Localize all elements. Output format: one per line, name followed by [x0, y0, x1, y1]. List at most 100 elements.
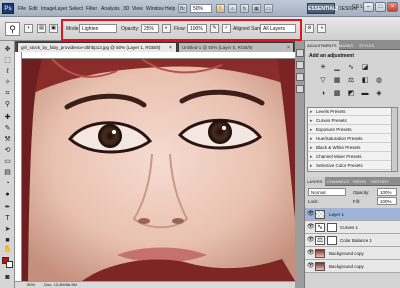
eyedropper-tool-icon[interactable]: ⚲: [2, 100, 13, 109]
tab-channels[interactable]: CHANNELS: [325, 177, 351, 186]
screen-mode-icon[interactable]: ▭: [264, 4, 273, 13]
lasso-tool-icon[interactable]: ℓ: [2, 67, 13, 76]
pressure-size-icon[interactable]: ◑: [317, 24, 326, 33]
clone-stamp-tool-icon[interactable]: ⚒: [2, 135, 13, 144]
menu-view[interactable]: View: [132, 6, 143, 12]
visibility-eye-icon[interactable]: 👁: [307, 211, 315, 217]
tab-history[interactable]: HISTORY: [369, 177, 391, 186]
zoom-level-select[interactable]: 50%: [190, 4, 212, 13]
toggle-brush-panel-icon[interactable]: ▤: [37, 24, 46, 33]
zoom-tool-icon[interactable]: ⌕: [228, 4, 237, 13]
menu-image[interactable]: Image: [41, 6, 55, 12]
menu-select[interactable]: Select: [69, 6, 83, 12]
marquee-tool-icon[interactable]: ⬚: [2, 56, 13, 65]
workspace-essentials-button[interactable]: ESSENTIALS: [307, 3, 339, 14]
menu-layer[interactable]: Layer: [55, 6, 68, 12]
preset-curves[interactable]: Curves Presets: [308, 117, 392, 125]
brightness-contrast-icon[interactable]: ☀: [319, 64, 327, 72]
clone-source-panel-icon[interactable]: [296, 85, 304, 93]
levels-icon[interactable]: ▁: [333, 64, 341, 72]
layer-row[interactable]: 👁 ⚖ Color Balance 1: [305, 234, 400, 247]
tab-paths[interactable]: PATHS: [351, 177, 368, 186]
curves-icon[interactable]: ∿: [347, 64, 355, 72]
tab-styles[interactable]: STYLES: [357, 41, 376, 50]
preset-selective-color[interactable]: Selective Color Presets: [308, 162, 392, 170]
hue-saturation-icon[interactable]: ▦: [333, 77, 341, 85]
tab-masks[interactable]: MASKS: [337, 41, 355, 50]
visibility-eye-icon[interactable]: 👁: [307, 250, 315, 256]
toggle-clone-source-icon[interactable]: ▣: [49, 24, 58, 33]
preset-exposure[interactable]: Exposure Presets: [308, 126, 392, 134]
menu-edit[interactable]: Edit: [29, 6, 38, 12]
gradient-map-icon[interactable]: ▬: [361, 90, 369, 98]
hand-tool-icon[interactable]: ✋: [216, 4, 225, 13]
layer-row[interactable]: 👁 ∿ Curves 1: [305, 221, 400, 234]
arrange-documents-icon[interactable]: ▦: [252, 4, 261, 13]
selective-color-icon[interactable]: ◈: [375, 90, 383, 98]
document-tab-inactive[interactable]: Untitled-1 @ 50% (Layer 0, RGB/8) ×: [178, 42, 294, 52]
posterize-icon[interactable]: ▩: [333, 90, 341, 98]
quick-mask-icon[interactable]: ◙: [2, 273, 13, 282]
document-canvas[interactable]: [22, 59, 295, 281]
close-tab-icon[interactable]: ×: [287, 43, 290, 52]
hand-tool-icon[interactable]: ✋: [2, 245, 13, 254]
exposure-icon[interactable]: ◪: [361, 64, 369, 72]
fill-field[interactable]: 100%: [377, 197, 397, 205]
crop-tool-icon[interactable]: ⌗: [2, 89, 13, 98]
blend-mode-select[interactable]: Normal: [308, 188, 346, 196]
actions-panel-icon[interactable]: [296, 61, 304, 69]
menu-analysis[interactable]: Analysis: [101, 6, 120, 12]
vibrance-icon[interactable]: ▽: [319, 77, 327, 85]
layer-row[interactable]: 👁 Background copy: [305, 247, 400, 260]
preset-hue-saturation[interactable]: Hue/Saturation Presets: [308, 135, 392, 143]
photo-filter-icon[interactable]: ◍: [375, 77, 383, 85]
dodge-tool-icon[interactable]: ●: [2, 190, 13, 199]
tab-adjustments[interactable]: ADJUSTMENTS: [305, 41, 339, 50]
gradient-tool-icon[interactable]: ▤: [2, 168, 13, 177]
brush-panel-icon[interactable]: [296, 73, 304, 81]
layer-row[interactable]: 👁 Background copy: [305, 260, 400, 273]
minimize-button[interactable]: –: [363, 2, 374, 12]
menu-help[interactable]: Help: [165, 6, 175, 12]
presets-scrollbar[interactable]: [391, 108, 397, 171]
visibility-eye-icon[interactable]: 👁: [307, 237, 315, 243]
preset-channel-mixer[interactable]: Channel Mixer Presets: [308, 153, 392, 161]
history-panel-icon[interactable]: [296, 49, 304, 57]
healing-brush-tool-icon[interactable]: ✚: [2, 113, 13, 122]
invert-icon[interactable]: ◑: [319, 90, 327, 98]
ignore-adjustment-layers-icon[interactable]: ⊘: [305, 24, 314, 33]
brush-size-icon[interactable]: •: [24, 24, 33, 33]
background-color-swatch[interactable]: [6, 261, 13, 268]
maximize-button[interactable]: □: [375, 2, 386, 12]
quick-selection-tool-icon[interactable]: ✧: [2, 78, 13, 87]
path-selection-tool-icon[interactable]: ➤: [2, 225, 13, 234]
blur-tool-icon[interactable]: ◔: [2, 179, 13, 188]
close-tab-icon[interactable]: ×: [169, 43, 172, 52]
color-balance-icon[interactable]: ⚖: [347, 77, 355, 85]
document-tab-active[interactable]: girl_stock_by_faby_providence-d5hbp13.jp…: [17, 42, 177, 52]
layer-opacity-field[interactable]: 100%: [377, 188, 397, 196]
menu-window[interactable]: Window: [146, 6, 164, 12]
menu-3d[interactable]: 3D: [123, 6, 129, 12]
menu-file[interactable]: File: [18, 6, 26, 12]
menu-filter[interactable]: Filter: [86, 6, 97, 12]
pen-tool-icon[interactable]: ✒: [2, 203, 13, 212]
black-white-icon[interactable]: ◧: [361, 77, 369, 85]
launch-bridge-icon[interactable]: Br: [178, 4, 187, 13]
shape-tool-icon[interactable]: ■: [2, 236, 13, 245]
move-tool-icon[interactable]: ✥: [2, 45, 13, 54]
preset-levels[interactable]: Levels Presets: [308, 108, 392, 116]
visibility-eye-icon[interactable]: 👁: [307, 224, 315, 230]
brush-tool-icon[interactable]: ✎: [2, 124, 13, 133]
history-brush-tool-icon[interactable]: ⟲: [2, 146, 13, 155]
preset-black-white[interactable]: Black & White Presets: [308, 144, 392, 152]
visibility-eye-icon[interactable]: 👁: [307, 263, 315, 269]
clone-stamp-preset-icon[interactable]: ⚲: [5, 22, 20, 36]
type-tool-icon[interactable]: T: [2, 214, 13, 223]
rotate-view-icon[interactable]: ↻: [240, 4, 249, 13]
layer-row[interactable]: 👁 Layer 1: [305, 208, 400, 221]
close-button[interactable]: ×: [387, 2, 398, 12]
tab-layers[interactable]: LAYERS: [305, 177, 325, 186]
eraser-tool-icon[interactable]: ▭: [2, 157, 13, 166]
threshold-icon[interactable]: ◩: [347, 90, 355, 98]
